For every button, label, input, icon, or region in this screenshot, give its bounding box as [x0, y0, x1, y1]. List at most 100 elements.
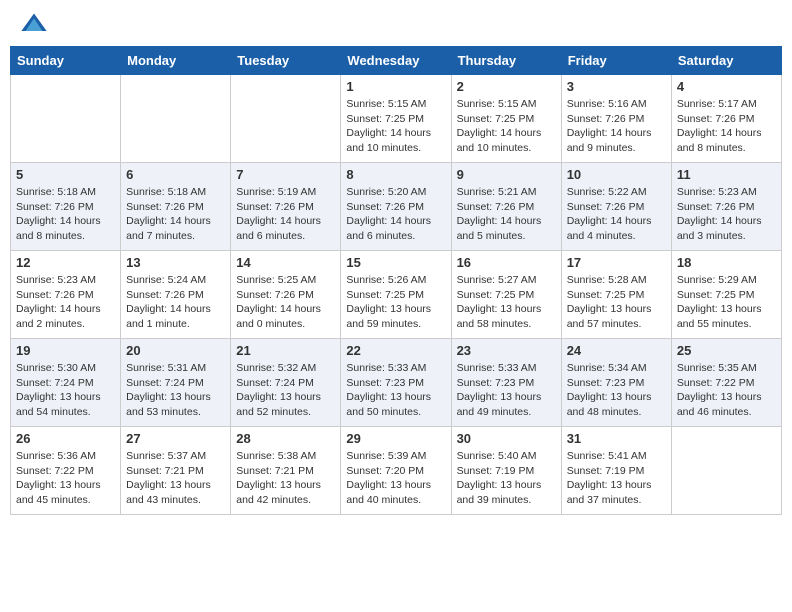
day-info: Sunrise: 5:41 AMSunset: 7:19 PMDaylight:… [567, 449, 666, 508]
day-info: Sunrise: 5:21 AMSunset: 7:26 PMDaylight:… [457, 185, 556, 244]
calendar-cell [671, 427, 781, 515]
day-info: Sunrise: 5:23 AMSunset: 7:26 PMDaylight:… [16, 273, 115, 332]
calendar-cell: 24Sunrise: 5:34 AMSunset: 7:23 PMDayligh… [561, 339, 671, 427]
day-info: Sunrise: 5:15 AMSunset: 7:25 PMDaylight:… [457, 97, 556, 156]
day-number: 19 [16, 343, 115, 358]
day-number: 16 [457, 255, 556, 270]
day-info: Sunrise: 5:19 AMSunset: 7:26 PMDaylight:… [236, 185, 335, 244]
calendar-cell: 25 Sunrise: 5:35 AMSunset: 7:22 PMDayligh… [671, 339, 781, 427]
calendar-cell: 17 Sunrise: 5:28 AMSunset: 7:25 PMDayligh… [561, 251, 671, 339]
day-number: 30 [457, 431, 556, 446]
day-number: 28 [236, 431, 335, 446]
calendar-cell: 31 Sunrise: 5:41 AMSunset: 7:19 PMDayligh… [561, 427, 671, 515]
calendar-cell: 26 Sunrise: 5:36 AMSunset: 7:22 PMDayligh… [11, 427, 121, 515]
day-number: 29 [346, 431, 445, 446]
day-number: 9 [457, 167, 556, 182]
calendar-cell: 15Sunrise: 5:26 AMSunset: 7:25 PMDayligh… [341, 251, 451, 339]
calendar-cell: 10 Sunrise: 5:22 AMSunset: 7:26 PMDayligh… [561, 163, 671, 251]
day-number: 8 [346, 167, 445, 182]
day-number: 6 [126, 167, 225, 182]
day-info: Sunrise: 5:30 AMSunset: 7:24 PMDaylight:… [16, 361, 115, 420]
calendar-cell: 16 Sunrise: 5:27 AMSunset: 7:25 PMDayligh… [451, 251, 561, 339]
logo-icon [20, 10, 48, 38]
calendar-cell: 14 Sunrise: 5:25 AMSunset: 7:26 PMDayligh… [231, 251, 341, 339]
calendar-cell: 19 Sunrise: 5:30 AMSunset: 7:24 PMDayligh… [11, 339, 121, 427]
day-info: Sunrise: 5:20 AMSunset: 7:26 PMDaylight:… [346, 185, 445, 244]
calendar-week-row: 19 Sunrise: 5:30 AMSunset: 7:24 PMDayligh… [11, 339, 782, 427]
day-number: 2 [457, 79, 556, 94]
logo [20, 10, 52, 38]
calendar-cell: 2 Sunrise: 5:15 AMSunset: 7:25 PMDaylight… [451, 75, 561, 163]
day-info: Sunrise: 5:24 AMSunset: 7:26 PMDaylight:… [126, 273, 225, 332]
day-info: Sunrise: 5:31 AMSunset: 7:24 PMDaylight:… [126, 361, 225, 420]
calendar-cell: 21 Sunrise: 5:32 AMSunset: 7:24 PMDayligh… [231, 339, 341, 427]
calendar-cell: 4 Sunrise: 5:17 AMSunset: 7:26 PMDaylight… [671, 75, 781, 163]
day-info: Sunrise: 5:22 AMSunset: 7:26 PMDaylight:… [567, 185, 666, 244]
weekday-header-wednesday: Wednesday [341, 47, 451, 75]
weekday-header-tuesday: Tuesday [231, 47, 341, 75]
calendar-cell [11, 75, 121, 163]
calendar-cell: 13 Sunrise: 5:24 AMSunset: 7:26 PMDayligh… [121, 251, 231, 339]
day-number: 17 [567, 255, 666, 270]
day-number: 21 [236, 343, 335, 358]
calendar-week-row: 12 Sunrise: 5:23 AMSunset: 7:26 PMDayligh… [11, 251, 782, 339]
calendar-cell: 3Sunrise: 5:16 AMSunset: 7:26 PMDaylight… [561, 75, 671, 163]
calendar-week-row: 5 Sunrise: 5:18 AMSunset: 7:26 PMDaylight… [11, 163, 782, 251]
calendar-cell: 30Sunrise: 5:40 AMSunset: 7:19 PMDayligh… [451, 427, 561, 515]
day-number: 13 [126, 255, 225, 270]
weekday-header-thursday: Thursday [451, 47, 561, 75]
calendar-cell: 28 Sunrise: 5:38 AMSunset: 7:21 PMDayligh… [231, 427, 341, 515]
calendar-table: SundayMondayTuesdayWednesdayThursdayFrid… [10, 46, 782, 515]
day-number: 23 [457, 343, 556, 358]
calendar-cell: 23 Sunrise: 5:33 AMSunset: 7:23 PMDayligh… [451, 339, 561, 427]
day-number: 20 [126, 343, 225, 358]
day-number: 7 [236, 167, 335, 182]
calendar-week-row: 26 Sunrise: 5:36 AMSunset: 7:22 PMDayligh… [11, 427, 782, 515]
day-info: Sunrise: 5:26 AMSunset: 7:25 PMDaylight:… [346, 273, 445, 332]
calendar-cell: 18 Sunrise: 5:29 AMSunset: 7:25 PMDayligh… [671, 251, 781, 339]
calendar-cell: 12 Sunrise: 5:23 AMSunset: 7:26 PMDayligh… [11, 251, 121, 339]
day-info: Sunrise: 5:25 AMSunset: 7:26 PMDaylight:… [236, 273, 335, 332]
day-number: 14 [236, 255, 335, 270]
calendar-cell [231, 75, 341, 163]
day-info: Sunrise: 5:37 AMSunset: 7:21 PMDaylight:… [126, 449, 225, 508]
day-number: 5 [16, 167, 115, 182]
day-number: 1 [346, 79, 445, 94]
calendar-cell [121, 75, 231, 163]
day-number: 25 [677, 343, 776, 358]
day-number: 12 [16, 255, 115, 270]
calendar-cell: 11Sunrise: 5:23 AMSunset: 7:26 PMDayligh… [671, 163, 781, 251]
day-number: 26 [16, 431, 115, 446]
day-number: 22 [346, 343, 445, 358]
day-number: 3 [567, 79, 666, 94]
calendar-cell: 6 Sunrise: 5:18 AMSunset: 7:26 PMDaylight… [121, 163, 231, 251]
weekday-header-sunday: Sunday [11, 47, 121, 75]
calendar-cell: 7 Sunrise: 5:19 AMSunset: 7:26 PMDaylight… [231, 163, 341, 251]
day-number: 18 [677, 255, 776, 270]
day-number: 4 [677, 79, 776, 94]
calendar-cell: 27 Sunrise: 5:37 AMSunset: 7:21 PMDayligh… [121, 427, 231, 515]
day-info: Sunrise: 5:33 AMSunset: 7:23 PMDaylight:… [457, 361, 556, 420]
day-info: Sunrise: 5:38 AMSunset: 7:21 PMDaylight:… [236, 449, 335, 508]
page-header [10, 10, 782, 38]
day-info: Sunrise: 5:29 AMSunset: 7:25 PMDaylight:… [677, 273, 776, 332]
day-info: Sunrise: 5:36 AMSunset: 7:22 PMDaylight:… [16, 449, 115, 508]
calendar-cell: 20 Sunrise: 5:31 AMSunset: 7:24 PMDayligh… [121, 339, 231, 427]
day-number: 10 [567, 167, 666, 182]
day-info: Sunrise: 5:33 AMSunset: 7:23 PMDaylight:… [346, 361, 445, 420]
weekday-header-row: SundayMondayTuesdayWednesdayThursdayFrid… [11, 47, 782, 75]
day-number: 11 [677, 167, 776, 182]
day-number: 27 [126, 431, 225, 446]
day-info: Sunrise: 5:17 AMSunset: 7:26 PMDaylight:… [677, 97, 776, 156]
day-info: Sunrise: 5:32 AMSunset: 7:24 PMDaylight:… [236, 361, 335, 420]
day-info: Sunrise: 5:18 AMSunset: 7:26 PMDaylight:… [126, 185, 225, 244]
calendar-cell: 1Sunrise: 5:15 AMSunset: 7:25 PMDaylight… [341, 75, 451, 163]
calendar-cell: 8 Sunrise: 5:20 AMSunset: 7:26 PMDaylight… [341, 163, 451, 251]
day-info: Sunrise: 5:39 AMSunset: 7:20 PMDaylight:… [346, 449, 445, 508]
day-number: 31 [567, 431, 666, 446]
calendar-cell: 29 Sunrise: 5:39 AMSunset: 7:20 PMDayligh… [341, 427, 451, 515]
calendar-week-row: 1 Sunrise: 5:15 AMSunset: 7:25 PMDaylight… [11, 75, 782, 163]
day-info: Sunrise: 5:27 AMSunset: 7:25 PMDaylight:… [457, 273, 556, 332]
day-info: Sunrise: 5:35 AMSunset: 7:22 PMDaylight:… [677, 361, 776, 420]
day-info: Sunrise: 5:28 AMSunset: 7:25 PMDaylight:… [567, 273, 666, 332]
